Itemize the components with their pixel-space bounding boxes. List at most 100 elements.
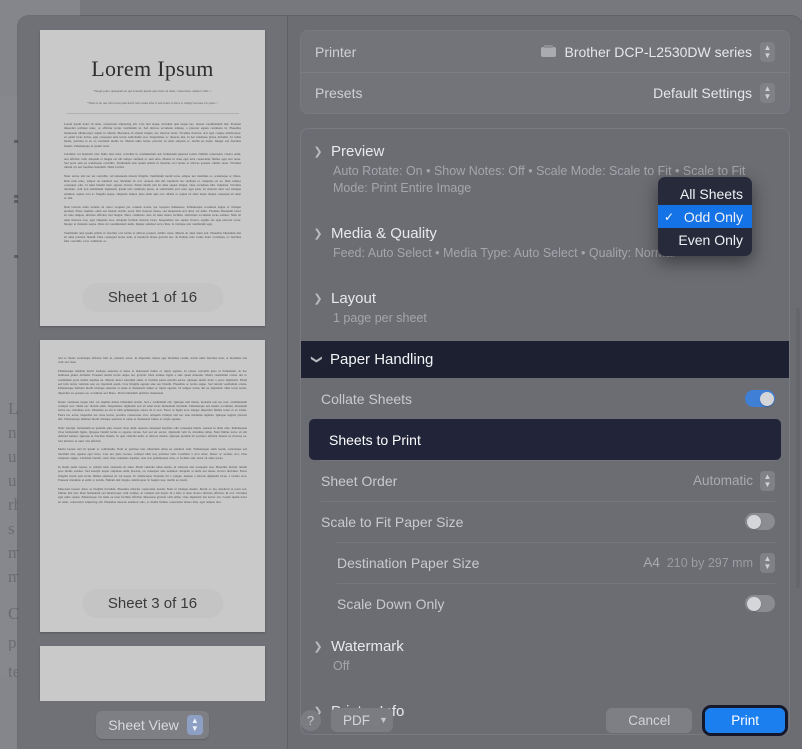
section-title: Media & Quality xyxy=(331,225,437,242)
section-layout[interactable]: ❯ Layout 1 page per sheet xyxy=(301,276,789,341)
dropdown-option-label: Odd Only xyxy=(683,208,743,225)
section-title: Paper Handling xyxy=(330,351,434,368)
pdf-menu-button[interactable]: PDF ▼ xyxy=(331,708,393,732)
document-paragraph: Maecenas laoreet dolor, ut fringilla tin… xyxy=(58,486,247,504)
sheets-to-print-dropdown[interactable]: All Sheets ✓ Odd Only Even Only xyxy=(658,177,752,256)
paper-size-detail: 210 by 297 mm xyxy=(666,555,753,570)
section-title: Watermark xyxy=(331,638,404,655)
printer-name: Brother DCP-L2530DW series xyxy=(564,43,752,60)
printer-value[interactable]: Brother DCP-L2530DW series ▲ ▼ xyxy=(541,41,775,62)
settings-scrollbar[interactable] xyxy=(796,308,800,588)
row-scale-to-fit[interactable]: Scale to Fit Paper Size xyxy=(301,501,789,542)
row-control[interactable]: Automatic ▲ ▼ xyxy=(692,470,775,491)
row-label: Sheets to Print xyxy=(329,431,421,448)
print-button-focus-ring: Print xyxy=(702,704,788,736)
print-button[interactable]: Print xyxy=(705,707,785,733)
row-control[interactable] xyxy=(745,513,775,530)
toggle-knob xyxy=(746,596,761,611)
check-icon: ✓ xyxy=(664,209,675,224)
document-paragraph: Vestibulum ante ipsum primis in faucibus… xyxy=(64,230,241,244)
section-title: Preview xyxy=(331,143,385,160)
document-paragraph: Pellentesque habitant morbi tristique se… xyxy=(58,369,247,395)
chevron-updown-icon[interactable]: ▲ ▼ xyxy=(760,552,775,573)
document-paragraph: Donec vermeous neque nisl, vel dapibus m… xyxy=(58,399,247,421)
preview-sheet[interactable] xyxy=(40,646,265,701)
printer-icon xyxy=(541,44,557,57)
chevron-updown-icon[interactable]: ▲ ▼ xyxy=(186,715,203,735)
section-summary: Off xyxy=(333,659,350,673)
paper-handling-body: Collate Sheets Sheets to Print Sheet Ord… xyxy=(301,378,789,624)
chevron-updown-icon[interactable]: ▲ ▼ xyxy=(760,470,775,491)
document-title: Lorem Ipsum xyxy=(91,56,214,81)
presets-row[interactable]: Presets Default Settings ▲ ▼ xyxy=(301,72,789,113)
section-summary: 1 page per sheet xyxy=(333,311,427,325)
document-paragraph: Curabitur vel hendrerit nisl. Nulla urna… xyxy=(64,152,241,170)
dropdown-option-even-only[interactable]: Even Only xyxy=(658,228,752,251)
settings-scroll-area[interactable]: ❯ Preview Auto Rotate: On • Show Notes: … xyxy=(288,128,802,735)
preview-sheet[interactable]: Lorem Ipsum "Neque porro quisquam est qu… xyxy=(40,30,265,326)
chevron-right-icon[interactable]: ❯ xyxy=(313,640,323,653)
toggle-knob xyxy=(746,514,761,529)
sheet-badge: Sheet 3 of 16 xyxy=(81,589,224,618)
presets-value[interactable]: Default Settings ▲ ▼ xyxy=(653,83,775,103)
row-label: Sheet Order xyxy=(321,472,398,489)
sheet-view-bar: Sheet View ▲ ▼ xyxy=(18,701,287,749)
document-paragraph: Sed ac metus scelerisque efficitur felis… xyxy=(58,356,247,365)
chevron-right-icon[interactable]: ❯ xyxy=(313,292,323,305)
scale-to-fit-toggle[interactable] xyxy=(745,513,775,530)
dropdown-option-label: All Sheets xyxy=(679,185,743,202)
preview-sheet[interactable]: Sed ac metus scelerisque efficitur felis… xyxy=(40,340,265,632)
chevron-down-icon[interactable]: ❯ xyxy=(311,355,324,365)
printer-row[interactable]: Printer Brother DCP-L2530DW series ▲ ▼ xyxy=(301,31,789,72)
document-paragraph: Morbi laoreet nisl sit ipsum ac sollicit… xyxy=(58,447,247,461)
row-sheets-to-print[interactable]: Sheets to Print xyxy=(309,419,781,460)
print-dialog: Lorem Ipsum "Neque porro quisquam est qu… xyxy=(18,16,802,749)
presets-label: Presets xyxy=(315,85,363,101)
chevron-right-icon[interactable]: ❯ xyxy=(313,145,323,158)
row-label: Collate Sheets xyxy=(321,390,413,407)
row-label: Scale Down Only xyxy=(337,595,445,612)
row-control[interactable]: A4 210 by 297 mm ▲ ▼ xyxy=(643,552,775,573)
print-preview-pane: Lorem Ipsum "Neque porro quisquam est qu… xyxy=(18,16,288,749)
dropdown-option-odd-only[interactable]: ✓ Odd Only xyxy=(658,205,752,228)
collate-sheets-toggle[interactable] xyxy=(745,390,775,407)
document-paragraph: Nunc auctor nisl nec est convallis, vel … xyxy=(64,174,241,200)
row-control[interactable] xyxy=(745,390,775,407)
document-paragraph: Duis lobortis nulla sodales ad tortor to… xyxy=(64,204,241,227)
sheet-scroll-area[interactable]: Lorem Ipsum "Neque porro quisquam est qu… xyxy=(18,16,287,701)
pdf-label: PDF xyxy=(343,712,370,728)
chevron-updown-icon[interactable]: ▲ ▼ xyxy=(760,41,775,62)
chevron-right-icon[interactable]: ❯ xyxy=(313,227,323,240)
row-sheet-order[interactable]: Sheet Order Automatic ▲ ▼ xyxy=(301,460,789,501)
sheet-view-popup-button[interactable]: Sheet View ▲ ▼ xyxy=(96,711,209,739)
chevron-down-icon[interactable]: ▼ xyxy=(379,715,388,725)
row-scale-down-only[interactable]: Scale Down Only xyxy=(301,583,789,624)
sheet-order-value: Automatic xyxy=(692,473,753,488)
section-paper-handling-header[interactable]: ❯ Paper Handling xyxy=(301,341,789,378)
row-label: Destination Paper Size xyxy=(337,554,480,571)
chevron-updown-icon[interactable]: ▲ ▼ xyxy=(760,83,775,103)
document-paragraph: Lorem ipsum dolor sit amet, consectetur … xyxy=(64,122,241,148)
print-settings-pane: Printer Brother DCP-L2530DW series ▲ ▼ Pr… xyxy=(288,16,802,749)
help-button[interactable]: ? xyxy=(300,709,321,731)
section-title: Layout xyxy=(331,290,377,307)
printer-presets-card: Printer Brother DCP-L2530DW series ▲ ▼ Pr… xyxy=(300,30,790,114)
section-preview-header[interactable]: ❯ Preview xyxy=(313,143,775,160)
sheet-view-label: Sheet View xyxy=(108,717,179,733)
row-collate-sheets[interactable]: Collate Sheets xyxy=(301,378,789,419)
scale-down-only-toggle[interactable] xyxy=(745,595,775,612)
paper-size-value: A4 xyxy=(643,555,660,570)
row-destination-paper-size[interactable]: Destination Paper Size A4 210 by 297 mm … xyxy=(301,542,789,583)
section-watermark-header[interactable]: ❯ Watermark xyxy=(313,638,775,655)
dialog-footer: ? PDF ▼ Cancel Print xyxy=(288,691,802,749)
cancel-button[interactable]: Cancel xyxy=(606,707,693,733)
section-watermark[interactable]: ❯ Watermark Off xyxy=(301,624,789,689)
dropdown-option-label: Even Only xyxy=(678,231,743,248)
section-layout-header[interactable]: ❯ Layout xyxy=(313,290,775,307)
presets-name: Default Settings xyxy=(653,85,752,101)
row-control[interactable] xyxy=(745,595,775,612)
document-subtitle-line: "Neque porro quisquam est qui dolorem ip… xyxy=(93,89,212,93)
document-rule xyxy=(66,113,239,114)
toggle-knob xyxy=(759,391,774,406)
dropdown-option-all-sheets[interactable]: All Sheets xyxy=(658,182,752,205)
